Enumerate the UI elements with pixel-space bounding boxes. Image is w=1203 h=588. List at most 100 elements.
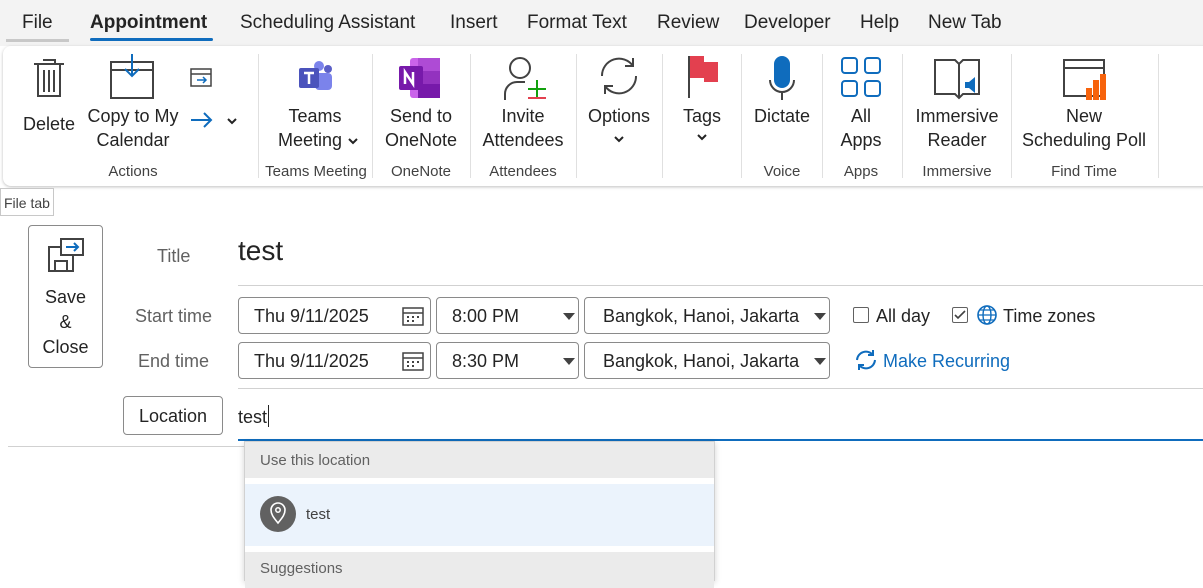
end-time-value: 8:30 PM [452, 351, 520, 371]
sync-options-icon [600, 57, 638, 95]
tags-button[interactable]: Tags [669, 54, 735, 150]
file-tab-underline [6, 39, 69, 42]
group-label-actions: Actions [108, 163, 158, 180]
ribbon-separator [902, 54, 903, 178]
calendar-forward-icon[interactable] [189, 66, 213, 88]
all-apps-button[interactable]: All Apps [829, 54, 893, 150]
use-location-header-label: Use this location [260, 452, 371, 469]
group-label-find-time: Find Time [1051, 163, 1117, 180]
flag-icon [688, 56, 718, 98]
group-label-onenote: OneNote [390, 163, 452, 180]
end-time-label: End time [138, 351, 210, 371]
scheduling-poll-icon [1063, 59, 1106, 100]
all-day-label: All day [876, 306, 931, 326]
text-cursor [268, 405, 269, 427]
file-tab-tooltip: File tab [0, 188, 54, 216]
tab-format-text[interactable]: Format Text [527, 12, 627, 34]
tab-insert[interactable]: Insert [450, 12, 498, 34]
make-recurring-link[interactable]: Make Recurring [883, 351, 1010, 372]
onenote-icon [399, 58, 440, 98]
tab-review[interactable]: Review [657, 12, 719, 34]
tab-appointment[interactable]: Appointment [90, 12, 207, 34]
ribbon-separator [741, 54, 742, 178]
send-to-onenote-button[interactable]: Send to OneNote [379, 54, 463, 150]
globe-icon [977, 305, 997, 325]
immersive-reader-button[interactable]: Immersive Reader [909, 54, 1005, 150]
calendar-icon[interactable] [402, 351, 424, 371]
tab-developer[interactable]: Developer [744, 12, 831, 34]
tags-label: Tags [682, 106, 722, 126]
time-zones-checkbox[interactable] [952, 307, 968, 323]
teams-meeting-button[interactable]: Teams Meeting [265, 54, 365, 150]
end-timezone-dropdown[interactable]: Bangkok, Hanoi, Jakarta [584, 342, 830, 379]
save-close-label-line3: Close [42, 337, 89, 357]
chevron-down-icon[interactable] [226, 116, 238, 126]
options-button[interactable]: Options [583, 54, 655, 150]
calendar-copy-icon [110, 54, 154, 99]
row-divider [238, 388, 1203, 389]
start-timezone-value: Bangkok, Hanoi, Jakarta [603, 306, 800, 326]
copy-to-my-calendar-button[interactable]: Copy to My Calendar [81, 54, 185, 150]
microphone-icon [769, 56, 795, 100]
end-date-picker[interactable]: Thu 9/11/2025 [238, 342, 431, 379]
ribbon-separator [470, 54, 471, 178]
end-time-dropdown[interactable]: 8:30 PM [436, 342, 579, 379]
location-button[interactable]: Location [123, 396, 223, 435]
end-timezone-value: Bangkok, Hanoi, Jakarta [603, 351, 800, 371]
invite-attendees-button[interactable]: Invite Attendees [477, 54, 569, 150]
apps-label-line2: Apps [840, 130, 882, 150]
group-label-attendees: Attendees [489, 163, 557, 180]
group-label-teams-meeting: Teams Meeting [265, 163, 367, 180]
start-timezone-dropdown[interactable]: Bangkok, Hanoi, Jakarta [584, 297, 830, 334]
suggestions-header: Suggestions [245, 552, 714, 588]
save-and-close-button[interactable]: Save & Close [28, 225, 103, 368]
ribbon-separator [822, 54, 823, 178]
caret-down-icon [563, 313, 575, 320]
tab-scheduling-assistant[interactable]: Scheduling Assistant [240, 12, 415, 34]
onenote-label-line2: OneNote [384, 130, 458, 150]
all-day-checkbox[interactable] [853, 307, 869, 323]
save-close-icon [48, 238, 84, 272]
start-time-dropdown[interactable]: 8:00 PM [436, 297, 579, 334]
dictate-label: Dictate [753, 106, 811, 126]
delete-button[interactable]: Delete [21, 54, 77, 150]
checkmark-icon [954, 310, 966, 320]
suggestions-header-label: Suggestions [260, 560, 343, 577]
tab-file[interactable]: File [22, 12, 53, 34]
trash-icon [34, 59, 64, 97]
start-date-value: Thu 9/11/2025 [254, 306, 369, 326]
location-suggestion-text: test [306, 506, 331, 523]
location-input[interactable]: test [238, 407, 267, 428]
save-close-label-line2: & [59, 312, 72, 332]
immersive-label-line1: Immersive [915, 106, 999, 126]
dictate-button[interactable]: Dictate [748, 54, 816, 150]
invite-label-line2: Attendees [482, 130, 564, 150]
ribbon: Delete Copy to My Calendar Actions Teams [3, 46, 1203, 186]
ribbon-separator [576, 54, 577, 178]
caret-down-icon [814, 358, 826, 365]
teams-icon [299, 61, 332, 90]
onenote-label-line1: Send to [389, 106, 453, 126]
location-suggestion-item[interactable]: test [245, 484, 714, 546]
group-label-immersive: Immersive [922, 163, 992, 180]
teams-label-line1: Teams [288, 106, 342, 126]
arrow-right-icon[interactable] [189, 110, 215, 130]
title-label: Title [157, 246, 191, 266]
start-date-picker[interactable]: Thu 9/11/2025 [238, 297, 431, 334]
new-scheduling-poll-button[interactable]: New Scheduling Poll [1018, 54, 1150, 150]
title-input[interactable]: test [238, 235, 283, 267]
location-suggestions-dropdown: Use this location test Suggestions [244, 441, 715, 588]
copy-label-line2: Calendar [96, 130, 170, 150]
recurring-icon[interactable] [854, 349, 878, 371]
tab-help[interactable]: Help [860, 12, 899, 34]
calendar-icon[interactable] [402, 306, 424, 326]
time-zones-label: Time zones [1003, 306, 1096, 326]
location-pin-icon [260, 496, 296, 532]
tab-new-tab[interactable]: New Tab [928, 12, 1002, 34]
caret-down-icon [814, 313, 826, 320]
ribbon-separator [1011, 54, 1012, 178]
caret-down-icon [563, 358, 575, 365]
save-close-label-line1: Save [44, 287, 87, 307]
end-date-value: Thu 9/11/2025 [254, 351, 369, 371]
menu-tabs: File Appointment Scheduling Assistant In… [0, 0, 1203, 46]
